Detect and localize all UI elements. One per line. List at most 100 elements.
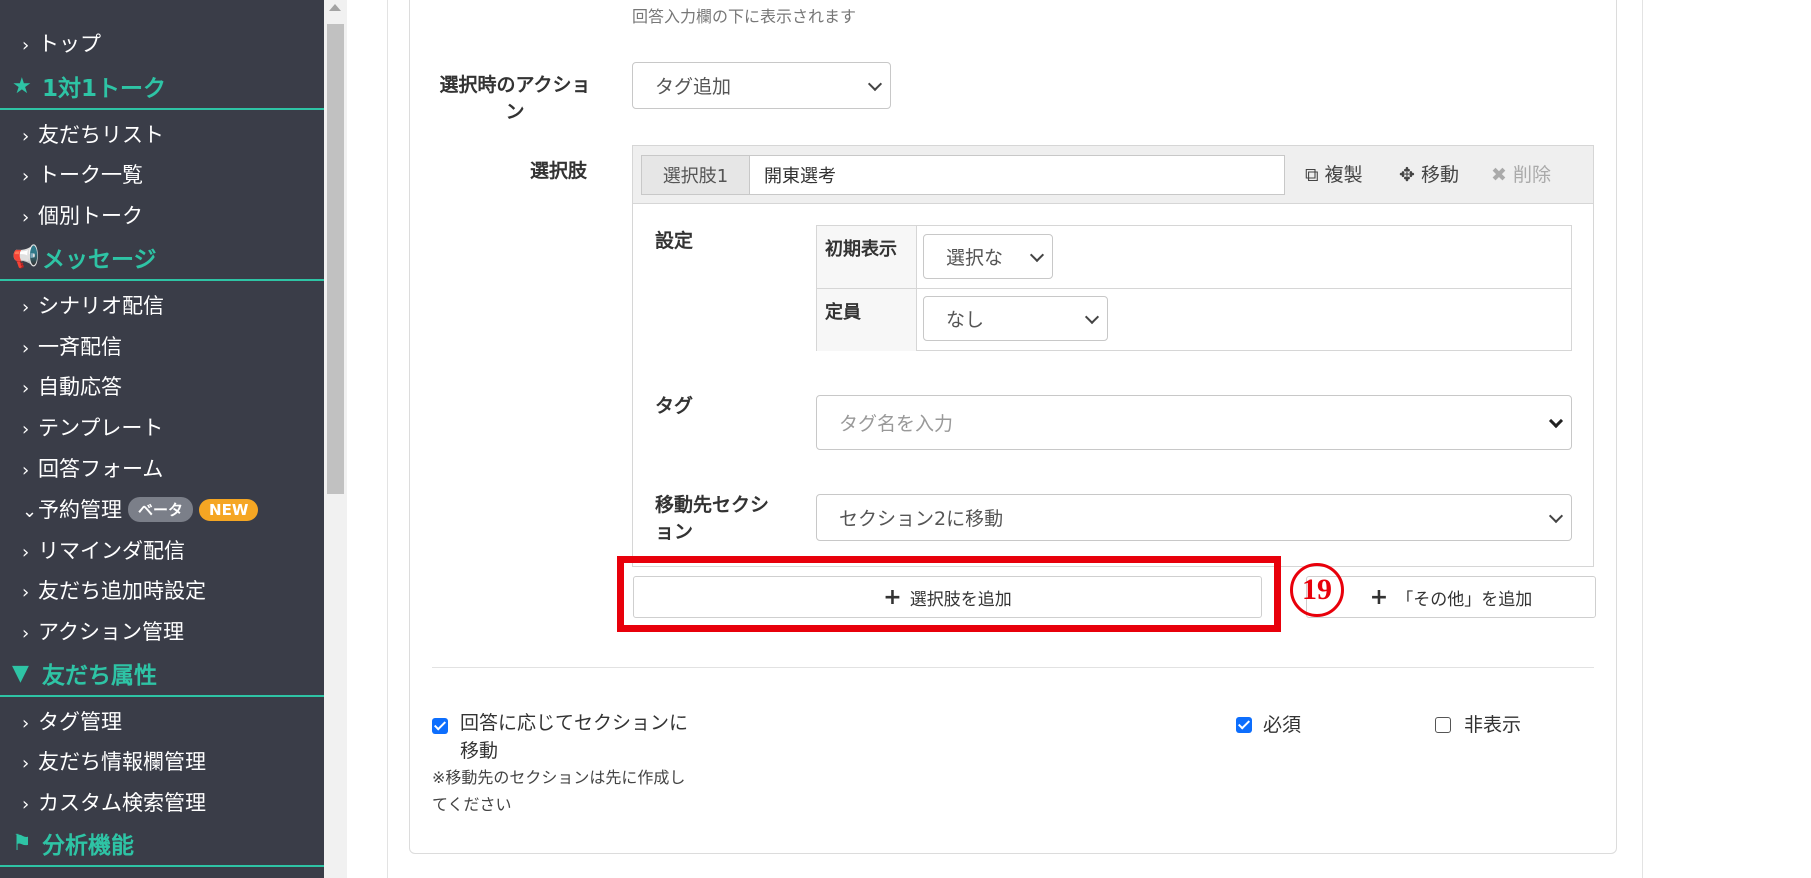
chevron-right-icon: › <box>22 126 30 147</box>
settings-label-cell: 初期表示 <box>817 226 917 288</box>
new-badge: NEW <box>199 499 259 521</box>
sidebar-item-talk-list[interactable]: › トーク一覧 <box>22 159 143 189</box>
sidebar-item-action-management[interactable]: › アクション管理 <box>22 616 184 646</box>
choices-label: 選択肢 <box>530 160 588 182</box>
sidebar-item-label: 個別トーク <box>38 204 143 228</box>
sidebar-item-friend-info[interactable]: › 友だち情報欄管理 <box>22 746 206 776</box>
capacity-select[interactable]: なし <box>923 296 1108 341</box>
chevron-right-icon: › <box>22 794 30 815</box>
copy-button[interactable]: ⧉ 複製 <box>1305 160 1363 187</box>
settings-table: 初期表示 選択な 定員 なし <box>816 225 1572 351</box>
hidden-label: 非表示 <box>1464 714 1522 736</box>
initial-display-select[interactable]: 選択な <box>923 234 1053 279</box>
sidebar-item-label: 予約管理 <box>38 498 122 522</box>
choice-panel: 選択肢1 開東選考 ⧉ 複製 ✥ 移動 ✖ 削除 設定 初期表示 選択な 定員 … <box>632 145 1594 567</box>
move-note: ※移動先のセクションは先に作成してください <box>432 768 686 814</box>
sidebar-item-label: テンプレート <box>38 416 164 440</box>
annotation-number: 19 <box>1290 563 1344 617</box>
sidebar-item-label: 友だち追加時設定 <box>38 579 206 603</box>
sidebar-item-label: トップ <box>38 32 101 56</box>
scroll-up-arrow-icon[interactable] <box>329 4 341 11</box>
chevron-down-icon <box>1029 247 1045 262</box>
chevron-right-icon: › <box>22 460 30 481</box>
sidebar-item-label: アクション管理 <box>38 620 184 644</box>
sidebar-item-reservation[interactable]: ⌄予約管理 ベータ NEW <box>22 494 259 524</box>
sidebar-item-label: 友だちリスト <box>38 123 164 147</box>
sidebar-item-label: シナリオ配信 <box>38 294 164 318</box>
move-button[interactable]: ✥ 移動 <box>1399 160 1459 187</box>
sidebar-item-label: 一斉配信 <box>38 335 122 359</box>
required-checkbox[interactable] <box>1236 717 1252 733</box>
tag-select[interactable]: タグ名を入力 <box>816 395 1572 450</box>
copy-label: 複製 <box>1324 164 1363 186</box>
action-select[interactable]: タグ追加 <box>632 62 891 109</box>
capacity-value: なし <box>946 309 985 331</box>
sidebar-item-top[interactable]: › トップ <box>22 28 101 58</box>
settings-label: 設定 <box>655 230 694 252</box>
tag-label: タグ <box>655 395 694 417</box>
scrollbar-thumb[interactable] <box>327 24 344 494</box>
sidebar-section-friend-attributes: ▼ 友だち属性 <box>0 651 324 697</box>
sidebar-section-label: メッセージ <box>42 247 157 273</box>
beta-badge: ベータ <box>128 497 194 522</box>
move-by-answer-label: 回答に応じてセクションに移動 <box>460 712 689 762</box>
sidebar-section-message: 📢 メッセージ <box>0 235 324 281</box>
close-icon: ✖ <box>1491 164 1507 186</box>
sidebar-item-reminder[interactable]: › リマインダ配信 <box>22 535 185 565</box>
sidebar-item-friend-list[interactable]: › 友だちリスト <box>22 119 164 149</box>
sidebar-item-auto-reply[interactable]: › 自動応答 <box>22 371 122 401</box>
destination-value: セクション2に移動 <box>839 508 1004 530</box>
sidebar-item-scenario[interactable]: › シナリオ配信 <box>22 290 164 320</box>
sidebar-item-friend-add-settings[interactable]: › 友だち追加時設定 <box>22 575 206 605</box>
sidebar-item-label: 自動応答 <box>38 375 122 399</box>
sidebar-section-label: 1対1トーク <box>42 76 167 102</box>
settings-label-cell: 定員 <box>817 289 917 351</box>
choice-number-tag: 選択肢1 <box>641 155 749 195</box>
destination-label: 移動先セクション <box>655 494 770 543</box>
sidebar-item-answer-form[interactable]: › 回答フォーム <box>22 453 163 483</box>
chevron-right-icon: › <box>22 542 30 563</box>
sidebar-item-custom-search[interactable]: › カスタム検索管理 <box>22 787 206 817</box>
add-other-label: 「その他」を追加 <box>1396 589 1533 610</box>
flag-icon: ⚑ <box>12 830 32 856</box>
sidebar-item-individual-talk[interactable]: › 個別トーク <box>22 200 143 230</box>
add-other-button[interactable]: + 「その他」を追加 <box>1306 576 1596 618</box>
delete-button[interactable]: ✖ 削除 <box>1491 160 1551 187</box>
chevron-right-icon: › <box>22 35 30 56</box>
megaphone-icon: 📢 <box>12 244 40 270</box>
sidebar-item-label: タグ管理 <box>38 710 122 734</box>
sidebar-section-one-to-one: ★ 1対1トーク <box>0 64 324 110</box>
chevron-right-icon: › <box>22 207 30 228</box>
sidebar: › トップ ★ 1対1トーク › 友だちリスト › トーク一覧 › 個別トーク 📢 メッセー… <box>0 0 324 878</box>
sidebar-scrollbar[interactable] <box>324 0 347 878</box>
chevron-down-icon: ⌄ <box>22 501 38 522</box>
sidebar-item-tag-management[interactable]: › タグ管理 <box>22 706 122 736</box>
filter-icon: ▼ <box>12 660 29 686</box>
chevron-right-icon: › <box>22 338 30 359</box>
chevron-right-icon: › <box>22 419 30 440</box>
section-divider <box>432 667 1594 668</box>
chevron-down-icon <box>1548 508 1564 523</box>
sidebar-item-broadcast[interactable]: › 一斉配信 <box>22 331 122 361</box>
choice-header: 選択肢1 開東選考 ⧉ 複製 ✥ 移動 ✖ 削除 <box>633 146 1593 204</box>
move-by-answer-checkbox[interactable] <box>432 718 448 734</box>
chevron-right-icon: › <box>22 753 30 774</box>
settings-row-initial: 初期表示 選択な <box>817 226 1571 288</box>
hidden-checkbox[interactable] <box>1435 717 1451 733</box>
required-label: 必須 <box>1263 714 1302 736</box>
destination-select[interactable]: セクション2に移動 <box>816 494 1572 541</box>
choice-text-input[interactable]: 開東選考 <box>749 155 1285 195</box>
chevron-right-icon: › <box>22 297 30 318</box>
action-select-value: タグ追加 <box>655 76 732 98</box>
settings-row-capacity: 定員 なし <box>817 289 1571 351</box>
sidebar-item-template[interactable]: › テンプレート <box>22 412 163 442</box>
sidebar-item-label: トーク一覧 <box>38 163 143 187</box>
chevron-right-icon: › <box>22 582 30 603</box>
sidebar-item-label: カスタム検索管理 <box>38 791 206 815</box>
chevron-right-icon: › <box>22 623 30 644</box>
star-icon: ★ <box>12 73 32 99</box>
chevron-right-icon: › <box>22 713 30 734</box>
capacity-label: 定員 <box>825 302 861 323</box>
tag-placeholder: タグ名を入力 <box>839 413 954 435</box>
initial-display-value: 選択な <box>946 247 1004 269</box>
